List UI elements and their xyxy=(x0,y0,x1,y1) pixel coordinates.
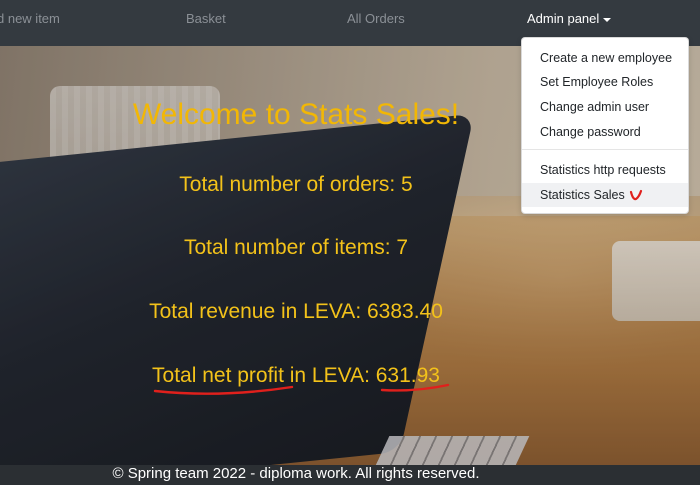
menu-item-statistics-sales-label: Statistics Sales xyxy=(540,188,625,202)
nav-admin-panel[interactable]: Admin panel xyxy=(527,11,612,26)
footer-copyright: © Spring team 2022 - diploma work. All r… xyxy=(112,465,480,482)
menu-item-statistics-sales[interactable]: Statistics Sales xyxy=(522,183,688,207)
stat-total-items: Total number of items: 7 xyxy=(183,236,409,259)
stat-total-net-profit: Total net profit in LEVA: 631.93 xyxy=(152,364,440,387)
nav-all-orders[interactable]: All Orders xyxy=(347,11,405,26)
menu-item-statistics-http-requests[interactable]: Statistics http requests xyxy=(522,158,688,182)
stat-total-orders: Total number of orders: 5 xyxy=(179,173,413,196)
menu-item-change-password[interactable]: Change password xyxy=(522,120,688,144)
page-title: Welcome to Stats Sales! xyxy=(132,98,460,131)
admin-panel-dropdown: Create a new employee Set Employee Roles… xyxy=(521,37,689,214)
page-footer: © Spring team 2022 - diploma work. All r… xyxy=(0,465,700,485)
caret-down-icon xyxy=(603,17,612,22)
menu-divider xyxy=(522,149,688,150)
nav-add-new-item[interactable]: d new item xyxy=(0,11,60,26)
menu-item-change-admin-user[interactable]: Change admin user xyxy=(522,95,688,119)
nav-admin-panel-label: Admin panel xyxy=(527,11,600,26)
checkmark-annotation-icon xyxy=(629,189,643,201)
stat-total-revenue: Total revenue in LEVA: 6383.40 xyxy=(149,300,443,323)
menu-item-set-employee-roles[interactable]: Set Employee Roles xyxy=(522,70,688,94)
nav-basket[interactable]: Basket xyxy=(186,11,226,26)
menu-item-create-employee[interactable]: Create a new employee xyxy=(522,46,688,70)
